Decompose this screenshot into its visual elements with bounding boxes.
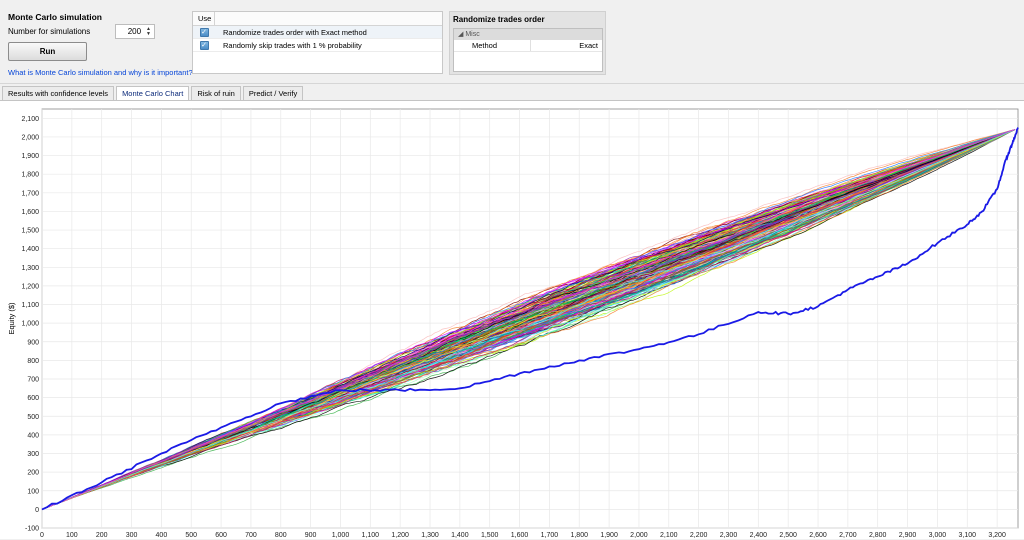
spinner-arrows-icon[interactable]: ▲ ▼ [146, 26, 151, 37]
x-tick-label: 2,300 [720, 532, 738, 539]
options-table-header: Use [193, 12, 442, 26]
y-tick-label: 700 [27, 377, 39, 384]
page-title: Monte Carlo simulation [8, 12, 102, 22]
y-tick-label: 1,400 [21, 246, 39, 253]
x-tick-label: 1,900 [600, 532, 618, 539]
property-value[interactable]: Exact [531, 40, 602, 51]
help-link[interactable]: What is Monte Carlo simulation and why i… [8, 68, 193, 77]
x-tick-label: 3,100 [958, 532, 976, 539]
y-axis-label: Equity ($) [7, 302, 16, 335]
spinner-down-icon[interactable]: ▼ [146, 31, 151, 37]
x-tick-label: 400 [156, 532, 168, 539]
x-tick-label: 500 [185, 532, 197, 539]
settings-panel: Monte Carlo simulation Number for simula… [0, 0, 1024, 84]
y-tick-label: 2,100 [21, 116, 39, 123]
y-tick-label: 1,800 [21, 172, 39, 179]
x-tick-label: 2,700 [839, 532, 857, 539]
x-tick-label: 700 [245, 532, 257, 539]
randomize-settings-panel: Randomize trades order ◢ Misc Method Exa… [449, 11, 606, 75]
y-tick-label: 1,600 [21, 209, 39, 216]
x-tick-label: 2,200 [690, 532, 708, 539]
y-tick-label: 1,200 [21, 283, 39, 290]
x-tick-label: 1,800 [570, 532, 588, 539]
simulations-spinner[interactable]: 200 ▲ ▼ [115, 24, 155, 39]
tab-predict-verify[interactable]: Predict / Verify [242, 86, 304, 100]
equity-chart: -10001002003004005006007008009001,0001,1… [7, 108, 1019, 539]
tab-bar: Results with confidence levels Monte Car… [0, 86, 304, 101]
x-tick-label: 1,100 [362, 532, 380, 539]
property-category-label: Misc [465, 31, 480, 38]
x-tick-label: 2,800 [869, 532, 887, 539]
x-tick-label: 2,400 [750, 532, 768, 539]
x-tick-label: 1,500 [481, 532, 499, 539]
y-tick-label: 1,300 [21, 265, 39, 272]
option-row[interactable]: ✓ Randomly skip trades with 1 % probabil… [193, 39, 442, 52]
x-tick-label: 3,000 [929, 532, 947, 539]
option-label: Randomize trades order with Exact method [223, 27, 367, 37]
x-tick-label: 2,000 [630, 532, 648, 539]
randomize-panel-title: Randomize trades order [453, 15, 545, 24]
x-tick-label: 1,600 [511, 532, 529, 539]
options-table: Use ✓ Randomize trades order with Exact … [192, 11, 443, 74]
x-tick-label: 800 [275, 532, 287, 539]
use-column-header[interactable]: Use [193, 12, 215, 25]
property-grid: ◢ Misc Method Exact [453, 28, 603, 72]
x-tick-label: 100 [66, 532, 78, 539]
collapse-triangle-icon[interactable]: ◢ [458, 31, 463, 38]
y-tick-label: 200 [27, 470, 39, 477]
y-tick-label: 1,900 [21, 153, 39, 160]
y-tick-label: -100 [25, 526, 39, 533]
y-tick-label: 100 [27, 488, 39, 495]
y-tick-label: 800 [27, 358, 39, 365]
y-tick-label: 1,500 [21, 228, 39, 235]
y-tick-label: 2,000 [21, 134, 39, 141]
x-tick-label: 1,700 [541, 532, 559, 539]
x-tick-label: 1,300 [421, 532, 439, 539]
x-tick-label: 3,200 [988, 532, 1006, 539]
property-name: Method [454, 40, 531, 51]
x-tick-label: 2,100 [660, 532, 678, 539]
x-tick-label: 2,500 [779, 532, 797, 539]
y-tick-label: 500 [27, 414, 39, 421]
x-tick-label: 2,900 [899, 532, 917, 539]
checkbox-icon[interactable]: ✓ [199, 40, 209, 50]
x-tick-label: 1,000 [332, 532, 350, 539]
y-tick-label: 1,700 [21, 190, 39, 197]
property-category[interactable]: ◢ Misc [454, 29, 602, 40]
y-tick-label: 400 [27, 432, 39, 439]
x-tick-label: 1,200 [391, 532, 409, 539]
x-tick-label: 600 [215, 532, 227, 539]
x-tick-label: 300 [126, 532, 138, 539]
option-label: Randomly skip trades with 1 % probabilit… [223, 40, 362, 50]
simulations-value[interactable]: 200 [128, 27, 141, 36]
x-tick-label: 900 [305, 532, 317, 539]
x-tick-label: 1,400 [451, 532, 469, 539]
property-row[interactable]: Method Exact [454, 40, 602, 52]
simulations-label: Number for simulations [8, 27, 91, 36]
x-tick-label: 2,600 [809, 532, 827, 539]
y-tick-label: 1,100 [21, 302, 39, 309]
x-tick-label: 200 [96, 532, 108, 539]
checkbox-icon[interactable]: ✓ [199, 27, 209, 37]
x-tick-label: 0 [40, 532, 44, 539]
tab-monte-carlo-chart[interactable]: Monte Carlo Chart [116, 86, 190, 101]
tab-risk-of-ruin[interactable]: Risk of ruin [191, 86, 241, 100]
y-tick-label: 1,000 [21, 321, 39, 328]
y-tick-label: 0 [35, 507, 39, 514]
y-tick-label: 300 [27, 451, 39, 458]
chart-panel: -100 0 100 200 300 400 500 600 700 800 900 1,000 1,1… [0, 100, 1024, 539]
y-tick-label: 600 [27, 395, 39, 402]
y-tick-label: 900 [27, 339, 39, 346]
run-button[interactable]: Run [8, 42, 87, 61]
option-row[interactable]: ✓ Randomize trades order with Exact meth… [193, 26, 442, 39]
tab-results[interactable]: Results with confidence levels [2, 86, 115, 100]
